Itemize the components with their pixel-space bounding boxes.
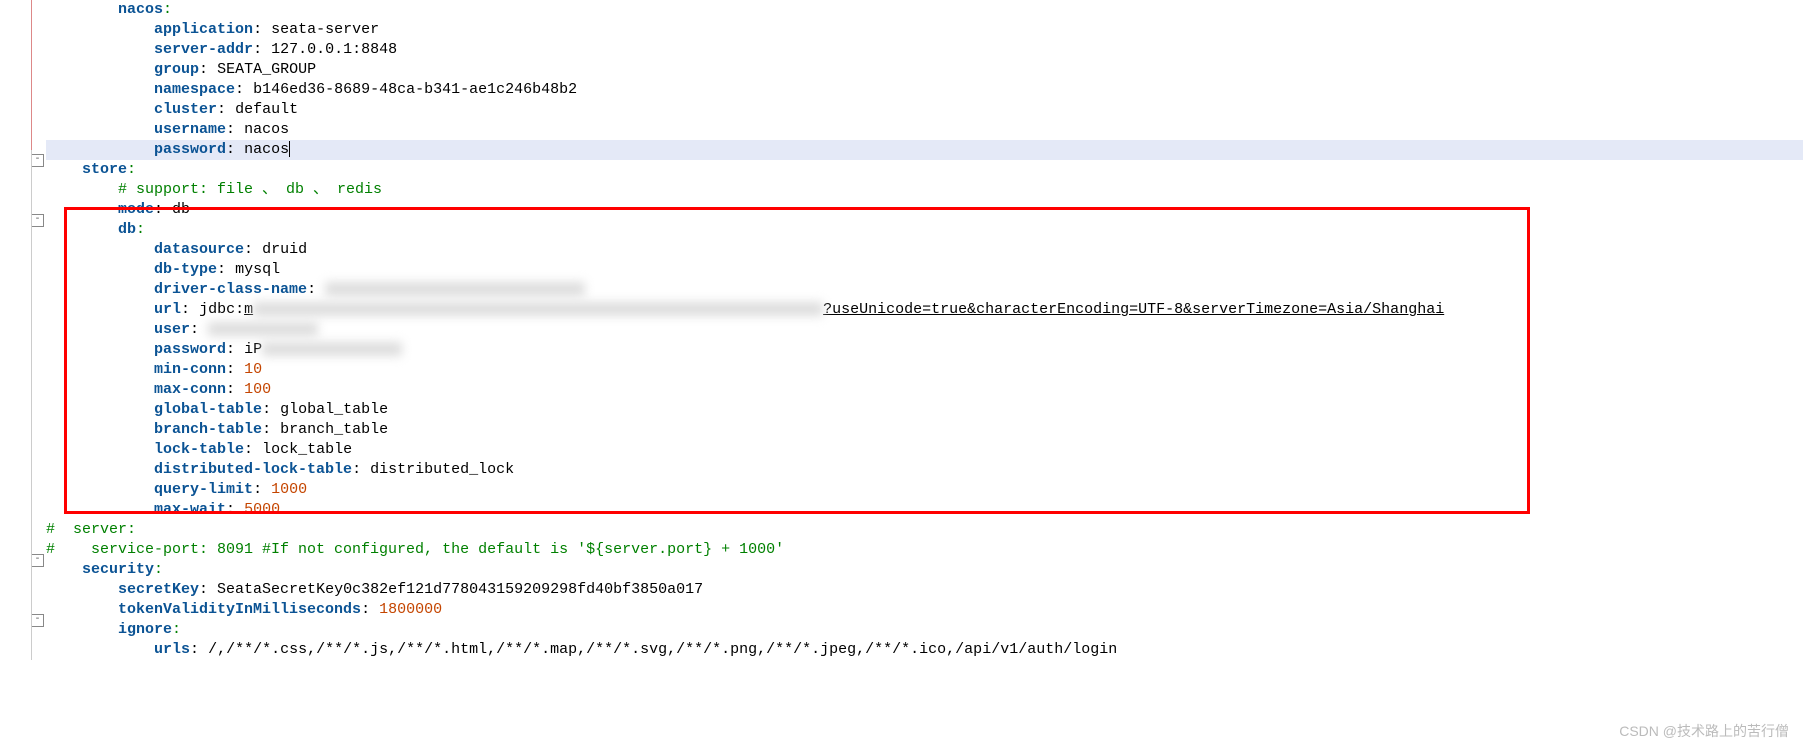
code-line[interactable]: nacos: <box>46 0 1803 20</box>
code-line[interactable]: # server: <box>46 520 1803 540</box>
code-line[interactable]: mode: db <box>46 200 1803 220</box>
code-line[interactable]: username: nacos <box>46 120 1803 140</box>
code-line[interactable]: ignore: <box>46 620 1803 640</box>
indent-guide <box>31 0 32 150</box>
code-line[interactable]: user: <box>46 320 1803 340</box>
watermark-text: CSDN @技术路上的苦行僧 <box>1619 721 1789 741</box>
code-line[interactable]: max-conn: 100 <box>46 380 1803 400</box>
code-line[interactable]: cluster: default <box>46 100 1803 120</box>
code-line[interactable]: password: iP <box>46 340 1803 360</box>
code-line[interactable]: password: nacos <box>46 140 1803 160</box>
code-line[interactable]: # support: file 、 db 、 redis <box>46 180 1803 200</box>
text-caret <box>289 141 290 157</box>
code-editor: - - - - nacos: application: seata-server se… <box>0 0 1803 660</box>
fold-column: - - - - <box>30 0 44 660</box>
code-line[interactable]: security: <box>46 560 1803 580</box>
code-line[interactable]: datasource: druid <box>46 240 1803 260</box>
code-line[interactable]: application: seata-server <box>46 20 1803 40</box>
code-line[interactable]: global-table: global_table <box>46 400 1803 420</box>
code-area[interactable]: nacos: application: seata-server server-… <box>44 0 1803 660</box>
code-line[interactable]: max-wait: 5000 <box>46 500 1803 520</box>
fold-toggle[interactable]: - <box>31 154 44 167</box>
code-line[interactable]: db: <box>46 220 1803 240</box>
code-line[interactable]: branch-table: branch_table <box>46 420 1803 440</box>
fold-toggle[interactable]: - <box>31 214 44 227</box>
code-line[interactable]: distributed-lock-table: distributed_lock <box>46 460 1803 480</box>
code-line[interactable]: tokenValidityInMilliseconds: 1800000 <box>46 600 1803 620</box>
redacted-text <box>325 282 585 296</box>
code-line[interactable]: store: <box>46 160 1803 180</box>
redacted-text <box>253 302 823 316</box>
fold-toggle[interactable]: - <box>31 614 44 627</box>
redacted-text <box>262 342 402 356</box>
code-line[interactable]: driver-class-name: <box>46 280 1803 300</box>
code-line[interactable]: query-limit: 1000 <box>46 480 1803 500</box>
indent-guide <box>31 150 32 660</box>
redacted-text <box>208 322 318 336</box>
code-line[interactable]: group: SEATA_GROUP <box>46 60 1803 80</box>
code-line[interactable]: db-type: mysql <box>46 260 1803 280</box>
code-line[interactable]: server-addr: 127.0.0.1:8848 <box>46 40 1803 60</box>
code-line[interactable]: lock-table: lock_table <box>46 440 1803 460</box>
code-line[interactable]: urls: /,/**/*.css,/**/*.js,/**/*.html,/*… <box>46 640 1803 660</box>
code-line[interactable]: # service-port: 8091 #If not configured,… <box>46 540 1803 560</box>
code-line[interactable]: url: jdbc:m?useUnicode=true&characterEnc… <box>46 300 1803 320</box>
code-line[interactable]: min-conn: 10 <box>46 360 1803 380</box>
fold-toggle[interactable]: - <box>31 554 44 567</box>
code-line[interactable]: namespace: b146ed36-8689-48ca-b341-ae1c2… <box>46 80 1803 100</box>
code-line[interactable]: secretKey: SeataSecretKey0c382ef121d7780… <box>46 580 1803 600</box>
line-gutter <box>0 0 30 660</box>
